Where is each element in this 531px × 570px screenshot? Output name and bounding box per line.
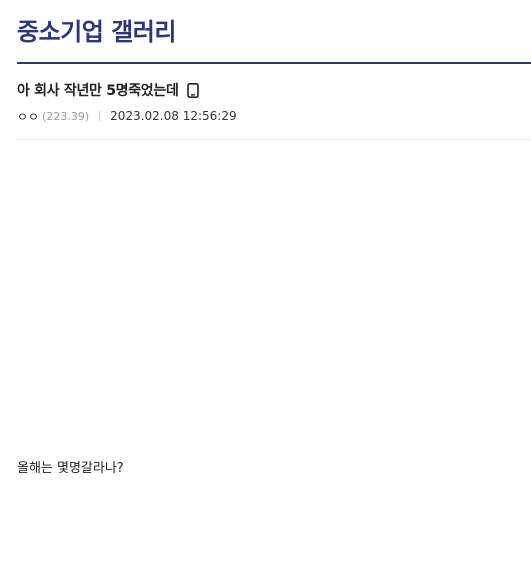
gallery-header: 중소기업 갤러리 xyxy=(0,0,531,64)
post-body-text: 올해는 몇명갈라나? xyxy=(17,461,124,476)
header-divider xyxy=(17,62,531,64)
post-view-page: 중소기업 갤러리 아 회사 작년만 5명죽었는데 ㅇㅇ (223.39) 202… xyxy=(0,0,531,570)
gallery-title[interactable]: 중소기업 갤러리 xyxy=(17,14,176,50)
post-title-row: 아 회사 작년만 5명죽었는데 xyxy=(17,79,200,101)
writer-nickname[interactable]: ㅇㅇ xyxy=(17,108,39,125)
mobile-phone-icon xyxy=(186,82,199,98)
writer-ip: (223.39) xyxy=(42,109,90,123)
meta-divider xyxy=(99,111,101,121)
meta-divider-line xyxy=(17,139,531,140)
post-title: 아 회사 작년만 5명죽었는데 xyxy=(17,83,179,99)
post-date: 2023.02.08 12:56:29 xyxy=(110,109,237,123)
post-meta: ㅇㅇ (223.39) 2023.02.08 12:56:29 xyxy=(17,107,237,125)
